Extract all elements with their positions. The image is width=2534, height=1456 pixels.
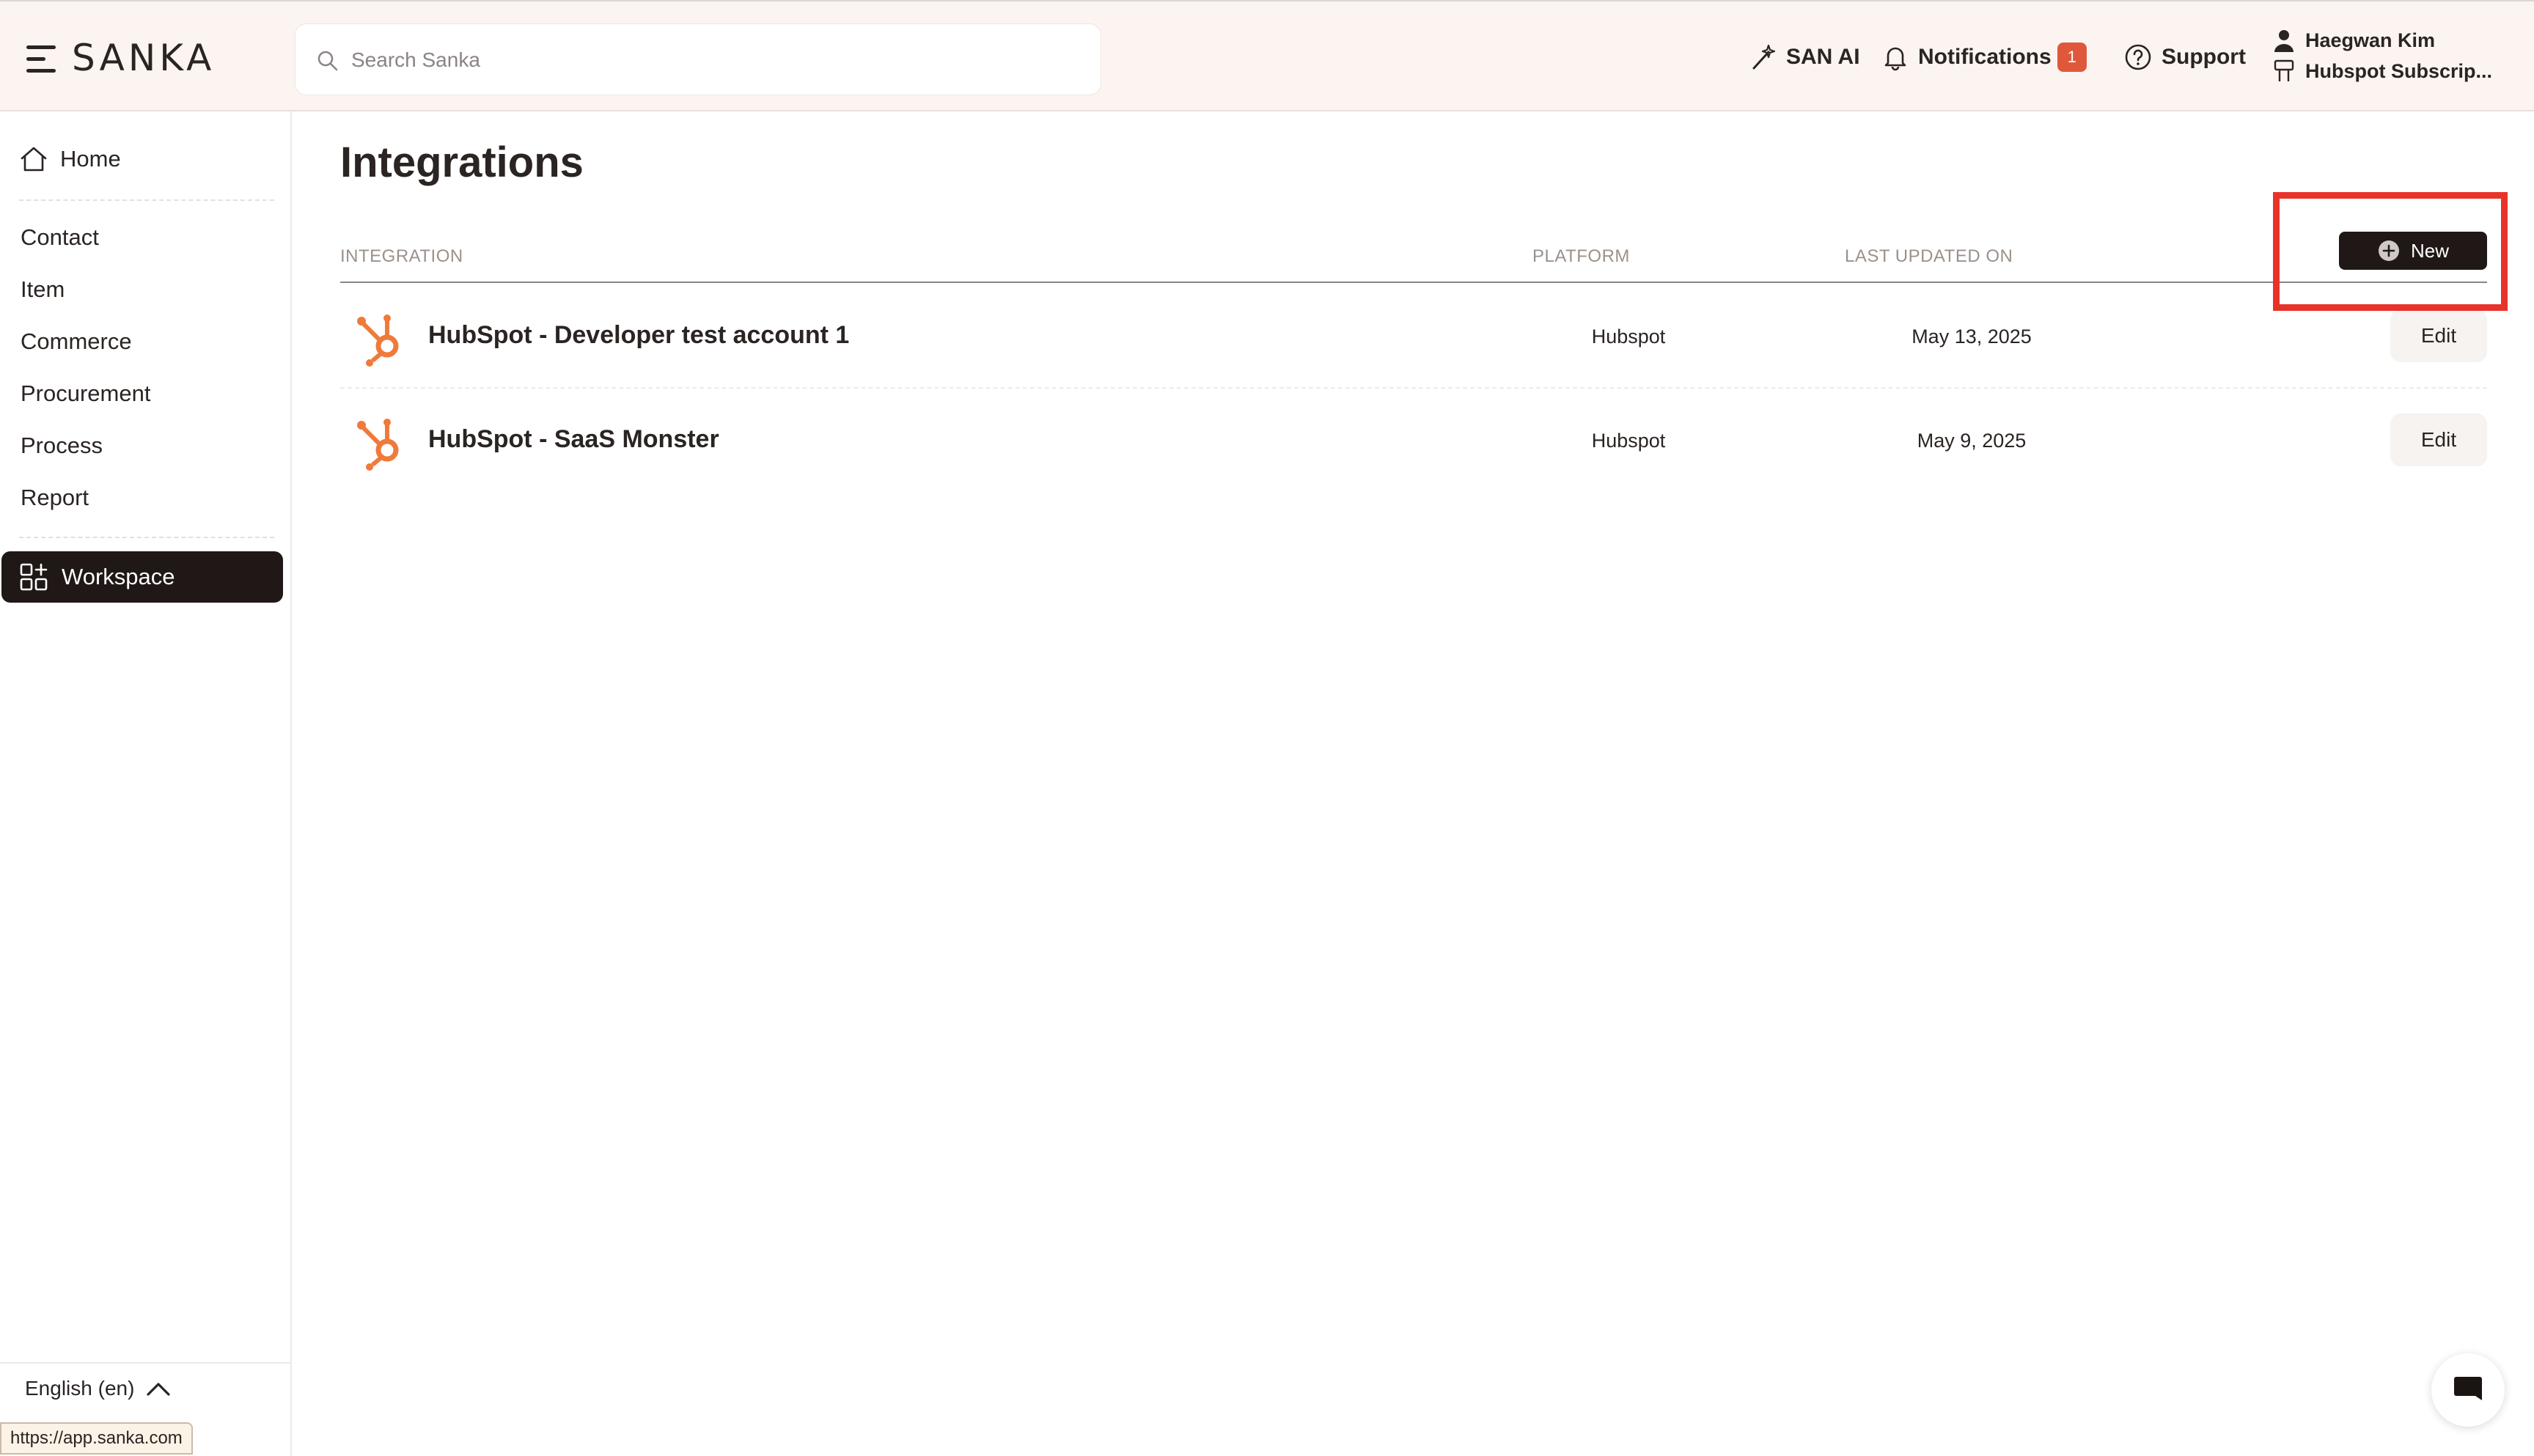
page-title: Integrations <box>340 139 584 186</box>
column-header-platform[interactable]: PLATFORM <box>1532 246 1630 267</box>
sidebar-item-process[interactable]: Process <box>21 433 103 459</box>
search-icon <box>317 51 338 71</box>
sidebar-divider <box>19 537 274 538</box>
home-icon <box>21 147 47 172</box>
bell-icon <box>1884 47 1906 71</box>
chat-launcher-button[interactable] <box>2431 1353 2505 1427</box>
edit-button[interactable]: Edit <box>2390 413 2487 466</box>
hubspot-logo-icon <box>357 315 399 367</box>
sidebar-divider <box>19 199 274 201</box>
app-logo[interactable]: SANKA <box>72 37 215 79</box>
edit-button[interactable]: Edit <box>2390 309 2487 362</box>
sidebar-item-procurement[interactable]: Procurement <box>21 380 150 407</box>
search-input[interactable] <box>351 39 1070 81</box>
table-row[interactable]: HubSpot - SaaS Monster Hubspot May 9, 20… <box>340 389 2487 491</box>
notifications-label: Notifications <box>1918 45 2052 69</box>
integration-platform: Hubspot <box>1591 326 1666 348</box>
sidebar-item-home[interactable]: Home <box>19 145 121 173</box>
column-header-last-updated[interactable]: LAST UPDATED ON <box>1845 246 2013 267</box>
integration-updated-date: May 9, 2025 <box>1917 430 2027 452</box>
notifications-button[interactable]: Notifications 1 <box>1881 40 2087 75</box>
table-row[interactable]: HubSpot - Developer test account 1 Hubsp… <box>340 284 2487 387</box>
support-label: Support <box>2162 45 2246 69</box>
new-integration-button[interactable]: New <box>2339 232 2487 270</box>
user-icon <box>2274 30 2294 52</box>
plus-circle-icon <box>2378 240 2399 261</box>
user-name: Haegwan Kim <box>2305 29 2436 51</box>
user-menu[interactable]: Haegwan Kim Hubspot Subscrip... <box>2273 28 2522 89</box>
sidebar-item-report[interactable]: Report <box>21 485 89 511</box>
sidebar-item-workspace[interactable]: Workspace <box>1 551 283 603</box>
language-selector[interactable]: English (en) <box>25 1377 171 1400</box>
magic-wand-icon <box>1752 44 1776 70</box>
sidebar-item-item[interactable]: Item <box>21 276 65 303</box>
integration-platform: Hubspot <box>1591 430 1666 452</box>
sidebar-footer-divider <box>0 1362 292 1364</box>
apps-grid-icon <box>20 563 48 591</box>
integration-updated-date: May 13, 2025 <box>1911 326 2032 348</box>
sidebar: Home Contact Item Commerce Procurement P… <box>0 111 292 1456</box>
workspace-row: Hubspot Subscrip... <box>2273 59 2492 84</box>
san-ai-label: SAN AI <box>1786 45 1860 69</box>
san-ai-button[interactable]: SAN AI <box>1749 40 1860 75</box>
top-bar: SANKA SAN AI Notifications 1 Support <box>0 0 2534 111</box>
sidebar-item-contact[interactable]: Contact <box>21 224 99 251</box>
workspace-name: Hubspot Subscrip... <box>2305 59 2493 82</box>
search-bar[interactable] <box>295 23 1101 95</box>
menu-icon[interactable] <box>26 45 56 73</box>
notifications-count-badge: 1 <box>2057 43 2087 72</box>
integration-name[interactable]: HubSpot - SaaS Monster <box>428 425 719 454</box>
integration-name[interactable]: HubSpot - Developer test account 1 <box>428 321 849 350</box>
sidebar-item-label: Home <box>60 146 121 172</box>
support-button[interactable]: Support <box>2123 40 2246 75</box>
chevron-up-icon <box>147 1383 171 1396</box>
table-header-divider <box>340 282 2487 283</box>
help-circle-icon <box>2125 44 2151 70</box>
chat-bubble-icon <box>2454 1377 2482 1400</box>
sidebar-item-label: Workspace <box>62 564 175 589</box>
link-url-tooltip: https://app.sanka.com <box>0 1422 193 1455</box>
language-label: English (en) <box>25 1377 135 1400</box>
hubspot-logo-icon <box>357 419 399 471</box>
column-header-integration[interactable]: INTEGRATION <box>340 246 463 267</box>
user-row: Haegwan Kim <box>2273 28 2435 53</box>
sidebar-item-commerce[interactable]: Commerce <box>21 328 132 355</box>
workspace-icon <box>2274 59 2294 81</box>
new-button-label: New <box>2410 239 2449 262</box>
